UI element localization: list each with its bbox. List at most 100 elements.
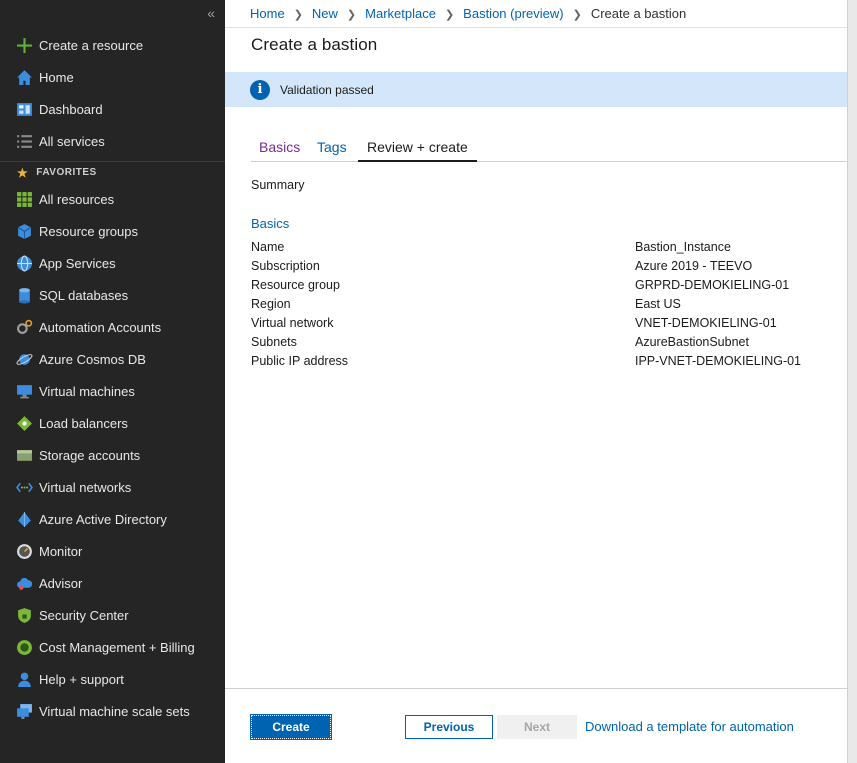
sidebar-item-label: SQL databases <box>39 287 129 303</box>
sidebar-item-home[interactable]: Home <box>0 61 225 93</box>
sidebar-item-label: Azure Cosmos DB <box>39 351 146 367</box>
sidebar-item-label: Security Center <box>39 607 129 623</box>
sidebar-item-label: Virtual machine scale sets <box>39 703 190 719</box>
tab-review-create[interactable]: Review + create <box>358 139 477 162</box>
sidebar-item-all-services[interactable]: All services <box>0 125 225 157</box>
row-label: Resource group <box>251 278 340 292</box>
database-icon <box>14 285 34 305</box>
create-button[interactable]: Create <box>250 714 332 740</box>
summary-row-subscription: Subscription Azure 2019 - TEEVO <box>251 259 831 278</box>
row-value: VNET-DEMOKIELING-01 <box>635 316 777 330</box>
row-label: Subscription <box>251 259 320 273</box>
sidebar-item-label: Virtual networks <box>39 479 132 495</box>
row-value: IPP-VNET-DEMOKIELING-01 <box>635 354 802 368</box>
sidebar-item-virtual-networks[interactable]: Virtual networks <box>0 471 225 503</box>
breadcrumb-marketplace[interactable]: Marketplace <box>365 6 436 21</box>
star-icon: ★ <box>17 165 29 180</box>
summary-heading: Summary <box>251 178 305 192</box>
sidebar-item-resource-groups[interactable]: Resource groups <box>0 215 225 247</box>
breadcrumb-bastion-preview[interactable]: Bastion (preview) <box>463 6 563 21</box>
diamond-icon <box>14 413 34 433</box>
sidebar-item-help-support[interactable]: Help + support <box>0 663 225 695</box>
gauge-icon <box>14 541 34 561</box>
gears-icon <box>14 317 34 337</box>
sidebar-item-cost-management[interactable]: Cost Management + Billing <box>0 631 225 663</box>
list-icon <box>14 131 34 151</box>
sidebar-item-azure-active-directory[interactable]: Azure Active Directory <box>0 503 225 535</box>
favorites-header: ★ FAVORITES <box>0 161 225 183</box>
row-value: Bastion_Instance <box>635 240 731 254</box>
collapse-sidebar-icon[interactable]: « <box>207 5 215 21</box>
summary-table: Name Bastion_Instance Subscription Azure 2… <box>251 240 831 373</box>
tab-bar: Basics Tags Review + create <box>251 134 857 162</box>
sidebar-item-storage-accounts[interactable]: Storage accounts <box>0 439 225 471</box>
summary-row-subnets: Subnets AzureBastionSubnet <box>251 335 831 354</box>
row-label: Virtual network <box>251 316 334 330</box>
download-template-link[interactable]: Download a template for automation <box>585 719 794 734</box>
sidebar-item-label: Create a resource <box>39 37 144 53</box>
breadcrumb-new[interactable]: New <box>312 6 338 21</box>
sidebar-item-label: Cost Management + Billing <box>39 639 195 655</box>
chevron-right-icon: ❯ <box>444 9 455 21</box>
sidebar-item-monitor[interactable]: Monitor <box>0 535 225 567</box>
sidebar-item-label: Help + support <box>39 671 124 687</box>
monitor-icon <box>14 381 34 401</box>
sidebar-item-label: Azure Active Directory <box>39 511 167 527</box>
sidebar-item-cosmos-db[interactable]: Azure Cosmos DB <box>0 343 225 375</box>
summary-row-virtual-network: Virtual network VNET-DEMOKIELING-01 <box>251 316 831 335</box>
main-content: Home ❯ New ❯ Marketplace ❯ Bastion (preview) ❯ C… <box>225 0 857 763</box>
scale-sets-icon <box>14 701 34 721</box>
grid-icon <box>14 189 34 209</box>
row-value: GRPRD-DEMOKIELING-01 <box>635 278 790 292</box>
row-label: Region <box>251 297 291 311</box>
sidebar-item-label: All services <box>39 133 105 149</box>
sidebar-item-create-resource[interactable]: Create a resource <box>0 29 225 61</box>
sidebar-item-security-center[interactable]: Security Center <box>0 599 225 631</box>
azure-portal: « Create a resource Home Dashboard All s… <box>0 0 857 763</box>
page-title: Create a bastion <box>251 35 378 54</box>
sidebar-item-virtual-machines[interactable]: Virtual machines <box>0 375 225 407</box>
chevron-right-icon: ❯ <box>572 9 582 21</box>
breadcrumb: Home ❯ New ❯ Marketplace ❯ Bastion (preview) ❯ C… <box>250 6 686 21</box>
sidebar-item-label: Automation Accounts <box>39 319 162 335</box>
sidebar-item-vm-scale-sets[interactable]: Virtual machine scale sets <box>0 695 225 727</box>
planet-icon <box>14 349 34 369</box>
sidebar-item-dashboard[interactable]: Dashboard <box>0 93 225 125</box>
sidebar-item-all-resources[interactable]: All resources <box>0 183 225 215</box>
sidebar-item-automation-accounts[interactable]: Automation Accounts <box>0 311 225 343</box>
previous-button[interactable]: Previous <box>405 715 493 739</box>
divider <box>225 27 857 28</box>
row-label: Subnets <box>251 335 297 349</box>
dashboard-icon <box>14 99 34 119</box>
sidebar: « Create a resource Home Dashboard All s… <box>0 0 225 763</box>
tab-tags[interactable]: Tags <box>317 139 347 162</box>
scrollbar[interactable] <box>847 0 857 763</box>
breadcrumb-home[interactable]: Home <box>250 6 285 21</box>
summary-row-region: Region East US <box>251 297 831 316</box>
pyramid-icon <box>14 509 34 529</box>
sidebar-item-sql-databases[interactable]: SQL databases <box>0 279 225 311</box>
sidebar-item-label: App Services <box>39 255 116 271</box>
section-basics-heading: Basics <box>251 216 290 231</box>
sidebar-item-advisor[interactable]: Advisor <box>0 567 225 599</box>
chevron-right-icon: ❯ <box>293 9 303 21</box>
storage-icon <box>14 445 34 465</box>
chevron-right-icon: ❯ <box>346 9 357 21</box>
person-icon <box>14 669 34 689</box>
sidebar-item-label: Resource groups <box>39 223 138 239</box>
plus-icon <box>14 35 34 55</box>
summary-row-resource-group: Resource group GRPRD-DEMOKIELING-01 <box>251 278 831 297</box>
sidebar-item-label: Monitor <box>39 543 83 559</box>
shield-icon <box>14 605 34 625</box>
next-button: Next <box>497 715 577 739</box>
network-icon <box>14 477 34 497</box>
tab-basics[interactable]: Basics <box>259 139 300 162</box>
row-label: Public IP address <box>251 354 349 368</box>
breadcrumb-current: Create a bastion <box>590 6 687 21</box>
sidebar-item-app-services[interactable]: App Services <box>0 247 225 279</box>
footer-actions: Create Previous Next Download a template… <box>225 688 857 763</box>
sidebar-item-label: Dashboard <box>39 101 103 117</box>
sidebar-item-label: Storage accounts <box>39 447 141 463</box>
sidebar-item-load-balancers[interactable]: Load balancers <box>0 407 225 439</box>
summary-row-name: Name Bastion_Instance <box>251 240 831 259</box>
